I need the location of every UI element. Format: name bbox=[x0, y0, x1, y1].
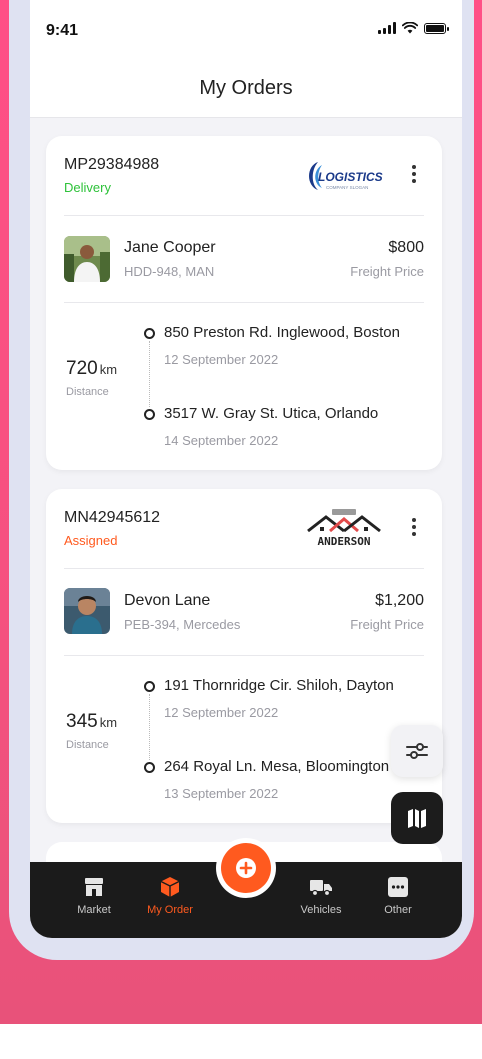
battery-icon bbox=[424, 22, 449, 34]
dropoff-marker-icon bbox=[144, 409, 155, 420]
order-id: MN42945612 bbox=[64, 509, 161, 526]
truck-icon bbox=[310, 880, 332, 897]
more-options-button[interactable] bbox=[404, 515, 424, 539]
route-line bbox=[149, 341, 150, 407]
freight-price: $800 bbox=[388, 239, 424, 256]
dropoff-marker-icon bbox=[144, 762, 155, 773]
map-view-button[interactable] bbox=[391, 792, 443, 844]
sliders-icon bbox=[406, 743, 428, 759]
order-id: MP29384988 bbox=[64, 156, 160, 173]
box-icon bbox=[160, 877, 180, 897]
dropoff-date: 14 September 2022 bbox=[164, 433, 279, 448]
distance-value: 345 km bbox=[66, 711, 118, 732]
distance-label: Distance bbox=[66, 386, 109, 398]
pickup-address: 850 Preston Rd. Inglewood, Boston bbox=[164, 324, 400, 341]
distance-value: 720 km bbox=[66, 358, 118, 379]
order-card[interactable]: MN42945612 Assigned ANDERSON Devon Lane … bbox=[46, 489, 442, 823]
tab-market[interactable]: Market bbox=[56, 862, 132, 938]
freight-price-label: Freight Price bbox=[350, 617, 424, 632]
map-icon bbox=[408, 809, 426, 828]
add-order-button[interactable] bbox=[216, 838, 276, 898]
pickup-address: 191 Thornridge Cir. Shiloh, Dayton bbox=[164, 677, 394, 694]
divider bbox=[64, 655, 424, 656]
driver-name: Devon Lane bbox=[124, 592, 211, 609]
status-time: 9:41 bbox=[46, 22, 79, 39]
order-card[interactable]: MP29384988 Delivery LOGISTICS COMPANY SL… bbox=[46, 136, 442, 470]
page-title: My Orders bbox=[199, 77, 293, 99]
dropoff-address: 264 Royal Ln. Mesa, Bloomington bbox=[164, 758, 390, 775]
logistics-logo: LOGISTICS COMPANY SLOGAN bbox=[304, 158, 400, 194]
plus-icon bbox=[236, 858, 256, 878]
more-options-button[interactable] bbox=[404, 162, 424, 186]
route-line bbox=[149, 694, 150, 760]
dropoff-address: 3517 W. Gray St. Utica, Orlando bbox=[164, 405, 379, 422]
logo-text: LOGISTICS bbox=[318, 170, 383, 184]
logo-text: ANDERSON bbox=[318, 535, 371, 548]
tab-label: My Order bbox=[147, 904, 193, 916]
pickup-date: 12 September 2022 bbox=[164, 705, 279, 720]
order-status: Delivery bbox=[64, 180, 111, 195]
status-icons bbox=[378, 22, 449, 34]
anderson-logo: ANDERSON bbox=[304, 507, 384, 549]
vehicle-info: HDD-948, MAN bbox=[124, 264, 215, 279]
tab-label: Vehicles bbox=[300, 904, 342, 916]
signal-icon bbox=[378, 22, 396, 34]
tab-label: Market bbox=[77, 904, 111, 916]
distance-label: Distance bbox=[66, 739, 109, 751]
pickup-date: 12 September 2022 bbox=[164, 352, 279, 367]
pickup-marker-icon bbox=[144, 681, 155, 692]
driver-avatar bbox=[64, 588, 110, 634]
vehicle-info: PEB-394, Mercedes bbox=[124, 617, 241, 632]
driver-name: Jane Cooper bbox=[124, 239, 216, 256]
freight-price-label: Freight Price bbox=[350, 264, 424, 279]
filter-button[interactable] bbox=[391, 725, 443, 777]
add-order-button-inner bbox=[221, 843, 271, 893]
logo-tagline: COMPANY SLOGAN bbox=[326, 185, 368, 190]
app-screen: 9:41 My Orders MP29384988 Delivery LOGIS… bbox=[30, 0, 462, 938]
pickup-marker-icon bbox=[144, 328, 155, 339]
store-icon bbox=[85, 878, 103, 896]
driver-avatar bbox=[64, 236, 110, 282]
order-status: Assigned bbox=[64, 533, 118, 548]
more-icon bbox=[388, 877, 408, 897]
tab-my-order[interactable]: My Order bbox=[132, 862, 208, 938]
tab-other[interactable]: Other bbox=[360, 862, 436, 938]
wifi-icon bbox=[402, 22, 418, 34]
dropoff-date: 13 September 2022 bbox=[164, 786, 279, 801]
divider bbox=[64, 568, 424, 569]
tab-vehicles[interactable]: Vehicles bbox=[283, 862, 359, 938]
divider bbox=[64, 215, 424, 216]
freight-price: $1,200 bbox=[375, 592, 424, 609]
tab-label: Other bbox=[384, 904, 412, 916]
page-header: My Orders bbox=[30, 60, 462, 118]
divider bbox=[64, 302, 424, 303]
status-bar: 9:41 bbox=[30, 0, 462, 60]
